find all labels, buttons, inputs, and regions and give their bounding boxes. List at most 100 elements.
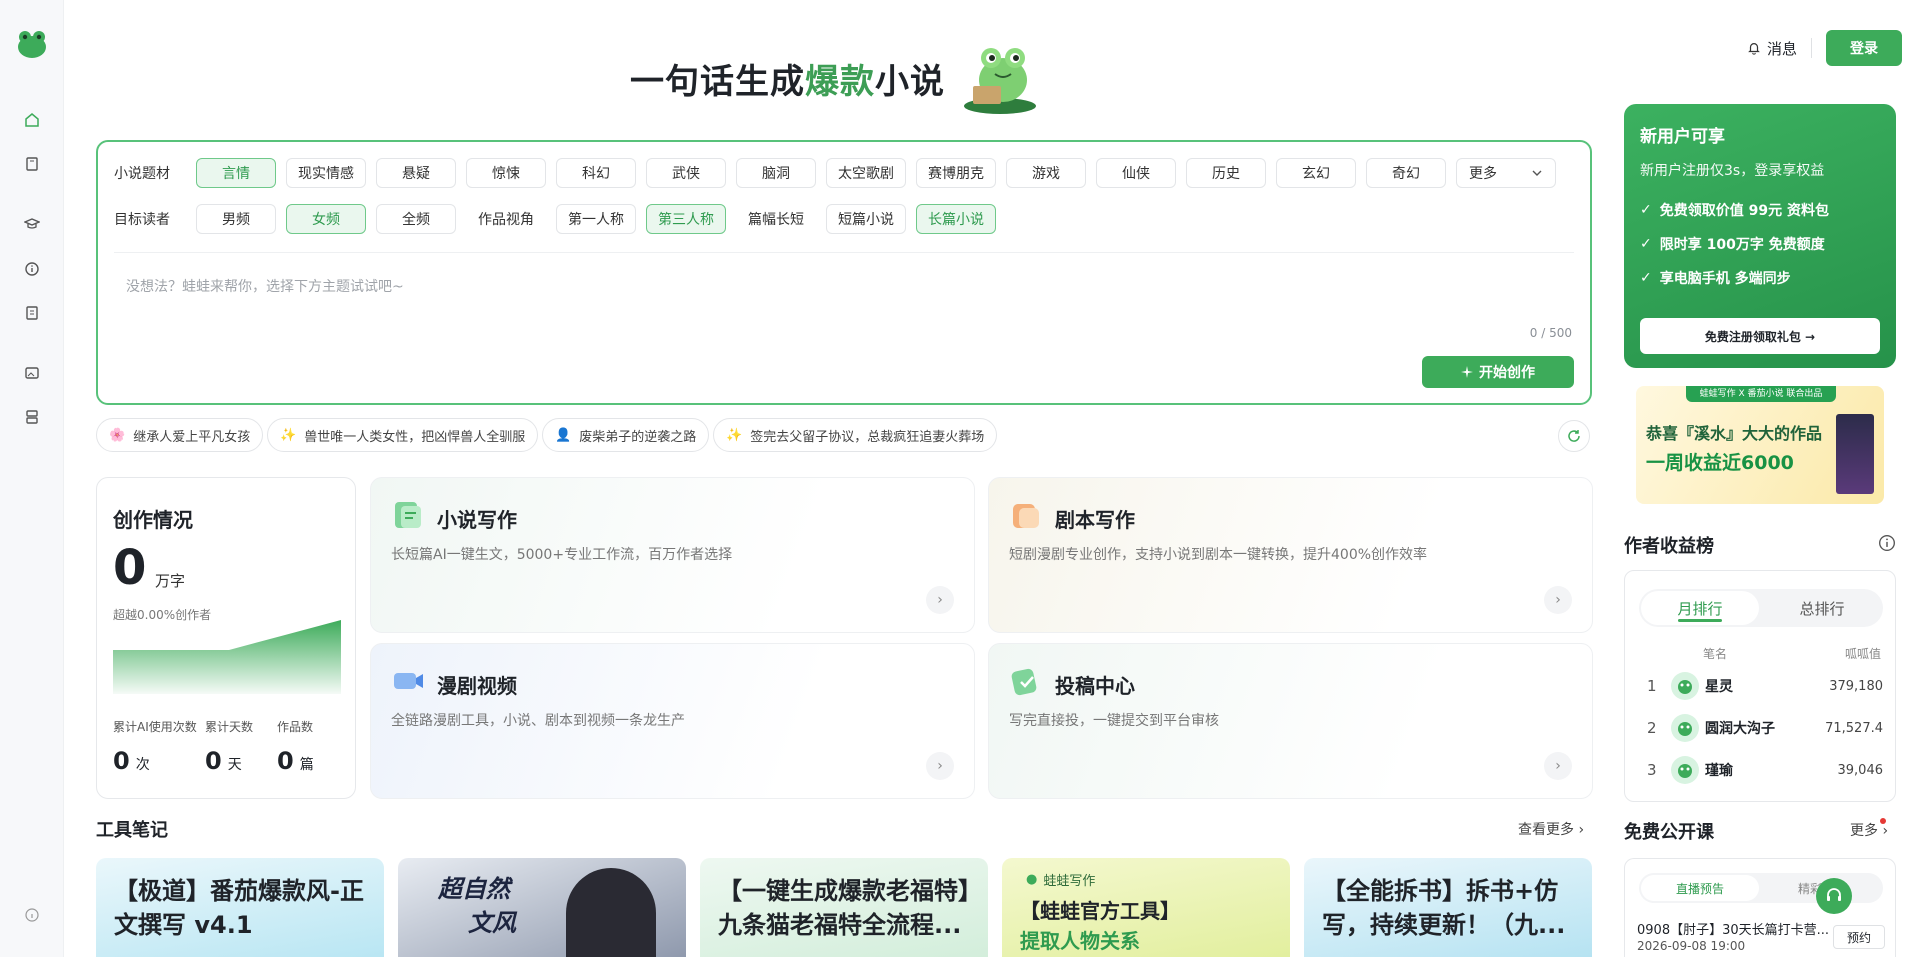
- refresh-button[interactable]: [1558, 420, 1590, 452]
- note-card[interactable]: 【极道】番茄爆款风-正 文撰写 v4.1: [96, 858, 384, 957]
- reader-chip[interactable]: 全频: [376, 204, 456, 234]
- ranking-row[interactable]: 1 星灵 379,180: [1625, 671, 1897, 701]
- info-icon[interactable]: [1878, 534, 1896, 552]
- note-card[interactable]: ● 蛙蛙写作 【蛙蛙官方工具】 提取人物关系: [1002, 858, 1290, 957]
- view-chip[interactable]: 第一人称: [556, 204, 636, 234]
- card-novel-writing[interactable]: 小说写作 长短篇AI一键生文，5000+专业工作流，百万作者选择 ›: [370, 477, 975, 633]
- rank-number: 3: [1647, 761, 1657, 779]
- note-card[interactable]: 超自然 文风: [398, 858, 686, 957]
- hero-title-post: 小说: [875, 61, 945, 102]
- layers-icon[interactable]: [21, 406, 43, 428]
- note-line: 写，持续更新！（九...: [1322, 911, 1566, 939]
- avatar: [1671, 756, 1699, 784]
- info-icon[interactable]: [21, 258, 43, 280]
- card-script-writing[interactable]: 剧本写作 短剧漫剧专业创作，支持小说到剧本一键转换，提升400%创作效率 ›: [988, 477, 1593, 633]
- info-footer-icon[interactable]: [21, 904, 43, 926]
- tab-monthly[interactable]: 月排行: [1641, 591, 1759, 625]
- suggestion-chip[interactable]: ✨ 签完去父留子协议，总裁疯狂追妻火葬场: [713, 418, 998, 452]
- card-comic-video[interactable]: 漫剧视频 全链路漫剧工具，小说、剧本到视频一条龙生产 ›: [370, 643, 975, 799]
- note-title: 【一键生成爆款老福特】 九条猫老福特全流程...: [718, 874, 982, 942]
- prompt-input[interactable]: 没想法？蛙蛙来帮你，选择下方主题试试吧~: [126, 276, 404, 296]
- genre-chip[interactable]: 武侠: [646, 158, 726, 188]
- home-icon[interactable]: [21, 109, 43, 131]
- length-chip[interactable]: 短篇小说: [826, 204, 906, 234]
- earnings-banner[interactable]: 蛙蛙写作 X 番茄小说 联合出品 恭喜『溪水』大大的作品 一周收益近6000: [1636, 386, 1884, 504]
- tab-total[interactable]: 总排行: [1763, 591, 1881, 625]
- courses-more-label: 更多: [1850, 823, 1878, 839]
- generate-panel: 小说题材 言情 现实情感 悬疑 惊悚 科幻 武侠 脑洞 太空歌剧 赛博朋克 游戏…: [96, 140, 1592, 405]
- brand-tag: ● 蛙蛙写作: [1026, 870, 1095, 889]
- genre-chip[interactable]: 玄幻: [1276, 158, 1356, 188]
- chevron-right-icon[interactable]: ›: [926, 752, 954, 780]
- promo-item: ✓ 享电脑手机 多端同步: [1640, 268, 1791, 288]
- reader-chip[interactable]: 女频: [286, 204, 366, 234]
- note-card[interactable]: 【一键生成爆款老福特】 九条猫老福特全流程...: [700, 858, 988, 957]
- length-chip[interactable]: 长篇小说: [916, 204, 996, 234]
- genre-chip[interactable]: 历史: [1186, 158, 1266, 188]
- genre-more-select[interactable]: 更多: [1456, 158, 1556, 188]
- document-icon[interactable]: [21, 302, 43, 324]
- genre-chip[interactable]: 悬疑: [376, 158, 456, 188]
- reader-chip[interactable]: 男频: [196, 204, 276, 234]
- headset-icon: [1827, 888, 1841, 901]
- course-title[interactable]: 0908【肘子】30天长篇打卡营...: [1637, 919, 1829, 938]
- view-chip[interactable]: 第三人称: [646, 204, 726, 234]
- notes-more-link[interactable]: 查看更多 ›: [1518, 819, 1584, 839]
- stat-label: 累计天数: [205, 720, 254, 734]
- stats-card: 创作情况 0 万字 超越0.00%创作者 累计AI使用次数 0次 累计天数 0天…: [96, 477, 356, 799]
- author-value: 39,046: [1837, 762, 1884, 778]
- book-icon[interactable]: [21, 153, 43, 175]
- chevron-right-icon[interactable]: ›: [1544, 752, 1572, 780]
- check-icon: ✓: [1640, 270, 1652, 286]
- note-card[interactable]: 【全能拆书】拆书+仿 写，持续更新！（九...: [1304, 858, 1592, 957]
- promo-item: ✓ 免费领取价值 99元 资料包: [1640, 200, 1829, 220]
- stat-label: 累计AI使用次数: [113, 720, 197, 734]
- image-edit-icon[interactable]: [21, 362, 43, 384]
- chevron-down-icon: [1532, 170, 1542, 176]
- support-chat-button[interactable]: [1816, 878, 1852, 914]
- genre-chip[interactable]: 奇幻: [1366, 158, 1446, 188]
- note-title: 超自然 文风: [438, 872, 516, 940]
- banner-top-label: 蛙蛙写作 X 番茄小说 联合出品: [1686, 386, 1836, 402]
- graduation-cap-icon[interactable]: [21, 213, 43, 235]
- author-value: 379,180: [1829, 678, 1883, 694]
- suggestion-chip[interactable]: ✨ 兽世唯一人类女性，把凶悍兽人全驯服: [267, 418, 539, 452]
- messages-button[interactable]: 消息: [1747, 38, 1797, 59]
- topbar: 消息 登录: [1747, 30, 1902, 66]
- genre-chip[interactable]: 脑洞: [736, 158, 816, 188]
- growth-area-chart: [113, 620, 341, 694]
- ranking-title: 作者收益榜: [1624, 536, 1714, 557]
- card-submission-center[interactable]: 投稿中心 写完直接投，一键提交到平台审核 ›: [988, 643, 1593, 799]
- promo-item-label: 限时享 100万字 免费额度: [1659, 237, 1825, 253]
- genre-chip[interactable]: 惊悚: [466, 158, 546, 188]
- avatar: [1671, 672, 1699, 700]
- start-create-button[interactable]: 开始创作: [1422, 356, 1574, 388]
- note-title: 【全能拆书】拆书+仿 写，持续更新！（九...: [1322, 874, 1565, 942]
- suggestion-label: 继承人爱上平凡女孩: [133, 429, 251, 445]
- suggestion-chip[interactable]: 👤 废柴弟子的逆袭之路: [542, 418, 710, 452]
- ranking-row[interactable]: 3 瑾瑜 39,046: [1625, 755, 1897, 785]
- ranking-row[interactable]: 2 圆润大沟子 71,527.4: [1625, 713, 1897, 743]
- register-gift-button[interactable]: 免费注册领取礼包 →: [1640, 318, 1880, 354]
- genre-more-label: 更多: [1469, 166, 1497, 182]
- genre-chip[interactable]: 科幻: [556, 158, 636, 188]
- suggestion-chip[interactable]: 🌸 继承人爱上平凡女孩: [96, 418, 264, 452]
- tab-live-preview[interactable]: 直播预告: [1641, 875, 1759, 901]
- frog-logo-icon[interactable]: [16, 28, 48, 60]
- genre-chip[interactable]: 仙侠: [1096, 158, 1176, 188]
- length-label: 篇幅长短: [748, 212, 804, 228]
- suggestion-label: 签完去父留子协议，总裁疯狂追妻火葬场: [750, 429, 985, 445]
- genre-chip[interactable]: 游戏: [1006, 158, 1086, 188]
- genre-chip[interactable]: 太空歌剧: [826, 158, 906, 188]
- chevron-right-icon[interactable]: ›: [1544, 586, 1572, 614]
- note-title: 【极道】番茄爆款风-正 文撰写 v4.1: [114, 874, 364, 942]
- note-line: 【蛙蛙官方工具】: [1020, 899, 1180, 923]
- genre-chip[interactable]: 现实情感: [286, 158, 366, 188]
- reserve-button[interactable]: 预约: [1833, 925, 1885, 949]
- genre-chip[interactable]: 赛博朋克: [916, 158, 996, 188]
- card-title: 剧本写作: [1055, 508, 1135, 532]
- author-value: 71,527.4: [1825, 720, 1883, 736]
- login-button[interactable]: 登录: [1826, 30, 1902, 66]
- chevron-right-icon[interactable]: ›: [926, 586, 954, 614]
- genre-chip[interactable]: 言情: [196, 158, 276, 188]
